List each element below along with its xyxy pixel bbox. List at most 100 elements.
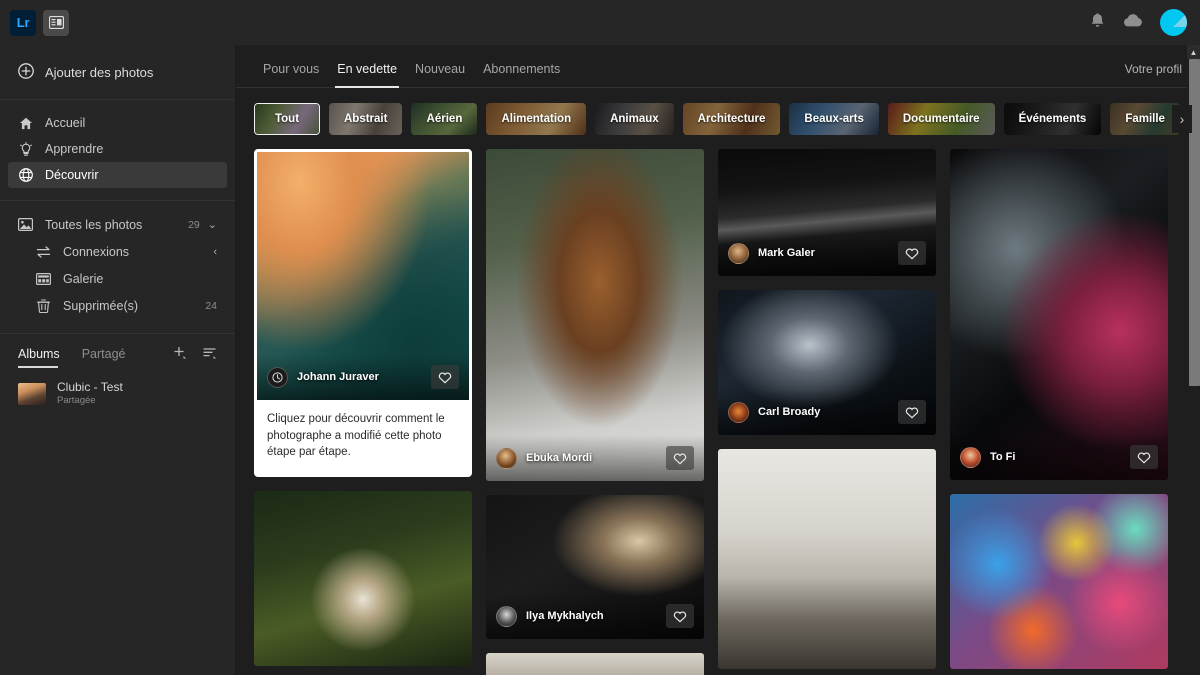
- photographer-name[interactable]: Ilya Mykhalych: [526, 610, 604, 622]
- like-button[interactable]: [898, 241, 926, 265]
- bell-icon[interactable]: [1090, 12, 1105, 34]
- photographer-name[interactable]: Mark Galer: [758, 247, 815, 259]
- sidebar-item-decouvrir[interactable]: Découvrir: [8, 162, 227, 188]
- photo-image[interactable]: Carl Broady: [718, 290, 936, 435]
- photo-image[interactable]: [718, 449, 936, 669]
- avatar[interactable]: [1160, 9, 1187, 36]
- photo-image[interactable]: Mark Galer: [718, 149, 936, 276]
- chip-abstrait[interactable]: Abstrait: [329, 102, 403, 135]
- chip-aerien[interactable]: Aérien: [411, 102, 478, 135]
- main-content: Pour vous En vedette Nouveau Abonnements…: [236, 45, 1200, 675]
- category-chips[interactable]: Tout Abstrait Aérien Alimentation Animau…: [236, 88, 1200, 149]
- heart-outline-icon: [1137, 451, 1151, 464]
- sidebar-item-supprimees[interactable]: Supprimée(s) 24: [8, 292, 227, 319]
- sidebar-item-toutes-les-photos[interactable]: Toutes les photos 29 ⌄: [8, 211, 227, 238]
- gallery-icon: [36, 272, 51, 285]
- tab-pour-vous[interactable]: Pour vous: [254, 62, 328, 87]
- vertical-scrollbar[interactable]: ▲: [1187, 45, 1200, 675]
- photographer-name[interactable]: To Fi: [990, 451, 1015, 463]
- photographer-name[interactable]: Carl Broady: [758, 406, 820, 418]
- chip-tout[interactable]: Tout: [254, 102, 320, 135]
- photo-image[interactable]: To Fi: [950, 149, 1168, 480]
- sidebar-item-accueil[interactable]: Accueil: [8, 110, 227, 136]
- album-list-item[interactable]: Clubic - Test Partagée: [0, 376, 235, 411]
- sidebar-item-galerie[interactable]: Galerie: [8, 265, 227, 292]
- photographer-avatar[interactable]: [267, 366, 288, 388]
- photo-card[interactable]: [486, 653, 704, 675]
- chip-documentaire[interactable]: Documentaire: [887, 102, 995, 135]
- heart-outline-icon: [673, 452, 687, 465]
- sidebar-item-label: Découvrir: [45, 168, 99, 182]
- photo-image[interactable]: [950, 494, 1168, 669]
- photo-card[interactable]: [718, 449, 936, 669]
- chip-label: Famille: [1125, 112, 1165, 125]
- chip-famille[interactable]: Famille: [1110, 102, 1180, 135]
- photo-card[interactable]: [254, 491, 472, 667]
- photographer-avatar[interactable]: [496, 447, 517, 469]
- photographer-avatar[interactable]: [496, 605, 517, 627]
- panel-layout-icon[interactable]: [43, 9, 69, 36]
- album-name: Clubic - Test: [57, 380, 123, 394]
- chip-label: Abstrait: [344, 112, 388, 125]
- photo-image[interactable]: Johann Juraver: [257, 152, 469, 400]
- photo-card[interactable]: Ilya Mykhalych: [486, 495, 704, 639]
- chip-animaux[interactable]: Animaux: [595, 102, 674, 135]
- photographer-avatar[interactable]: [728, 401, 749, 423]
- tab-abonnements[interactable]: Abonnements: [474, 62, 569, 87]
- sidebar-item-label: Apprendre: [45, 142, 104, 156]
- heart-outline-icon: [438, 371, 452, 384]
- plus-circle-icon: [18, 62, 34, 82]
- add-album-icon[interactable]: [173, 346, 187, 365]
- tab-en-vedette[interactable]: En vedette: [328, 62, 406, 88]
- top-bar: Lr: [0, 0, 1200, 45]
- chevron-right-icon[interactable]: ›: [1172, 104, 1192, 133]
- tab-label: En vedette: [337, 62, 398, 76]
- photo-count: 29: [188, 218, 200, 231]
- tab-nouveau[interactable]: Nouveau: [406, 62, 474, 87]
- photographer-avatar[interactable]: [728, 242, 749, 264]
- like-button[interactable]: [431, 365, 459, 389]
- photographer-name[interactable]: Johann Juraver: [297, 371, 379, 383]
- like-button[interactable]: [666, 446, 694, 470]
- tab-partage[interactable]: Partagé: [82, 347, 126, 364]
- chevron-up-icon[interactable]: ▲: [1187, 45, 1200, 59]
- photo-card[interactable]: Ebuka Mordi: [486, 149, 704, 481]
- chevron-left-icon[interactable]: ‹: [213, 246, 217, 258]
- photo-icon: [18, 218, 33, 231]
- sidebar-item-connexions[interactable]: Connexions ‹: [8, 238, 227, 265]
- add-photos-button[interactable]: Ajouter des photos: [0, 45, 235, 99]
- chip-architecture[interactable]: Architecture: [682, 102, 781, 135]
- votre-profil-link[interactable]: Votre profil: [1125, 62, 1182, 87]
- tab-label: Pour vous: [263, 62, 320, 76]
- sort-icon[interactable]: [203, 346, 217, 365]
- cloud-icon[interactable]: [1122, 13, 1143, 33]
- chip-alimentation[interactable]: Alimentation: [486, 102, 587, 135]
- photo-grid: Johann Juraver Cliquez pour découvrir co…: [236, 149, 1200, 675]
- photo-card[interactable]: To Fi: [950, 149, 1168, 480]
- album-text: Clubic - Test Partagée: [57, 380, 123, 407]
- trash-icon: [36, 298, 51, 313]
- photo-card[interactable]: Carl Broady: [718, 290, 936, 435]
- grid-column: To Fi: [950, 149, 1168, 675]
- discover-tabs: Pour vous En vedette Nouveau Abonnements…: [236, 45, 1200, 88]
- photo-image[interactable]: [254, 491, 472, 667]
- lightroom-logo[interactable]: Lr: [10, 9, 36, 36]
- photo-overlay: To Fi: [950, 434, 1168, 480]
- like-button[interactable]: [666, 604, 694, 628]
- chip-beaux-arts[interactable]: Beaux-arts: [789, 102, 879, 135]
- photo-card[interactable]: [950, 494, 1168, 669]
- chip-evenements[interactable]: Événements: [1003, 102, 1102, 135]
- photo-card[interactable]: Mark Galer: [718, 149, 936, 276]
- chevron-down-icon[interactable]: ⌄: [208, 218, 217, 231]
- featured-photo-card[interactable]: Johann Juraver Cliquez pour découvrir co…: [254, 149, 472, 478]
- sidebar-item-apprendre[interactable]: Apprendre: [8, 136, 227, 162]
- like-button[interactable]: [1130, 445, 1158, 469]
- photo-image[interactable]: [486, 653, 704, 675]
- photographer-avatar[interactable]: [960, 446, 981, 468]
- photo-image[interactable]: Ebuka Mordi: [486, 149, 704, 481]
- tab-albums[interactable]: Albums: [18, 347, 60, 368]
- like-button[interactable]: [898, 400, 926, 424]
- photo-image[interactable]: Ilya Mykhalych: [486, 495, 704, 639]
- lightbulb-icon: [18, 141, 33, 157]
- photographer-name[interactable]: Ebuka Mordi: [526, 452, 592, 464]
